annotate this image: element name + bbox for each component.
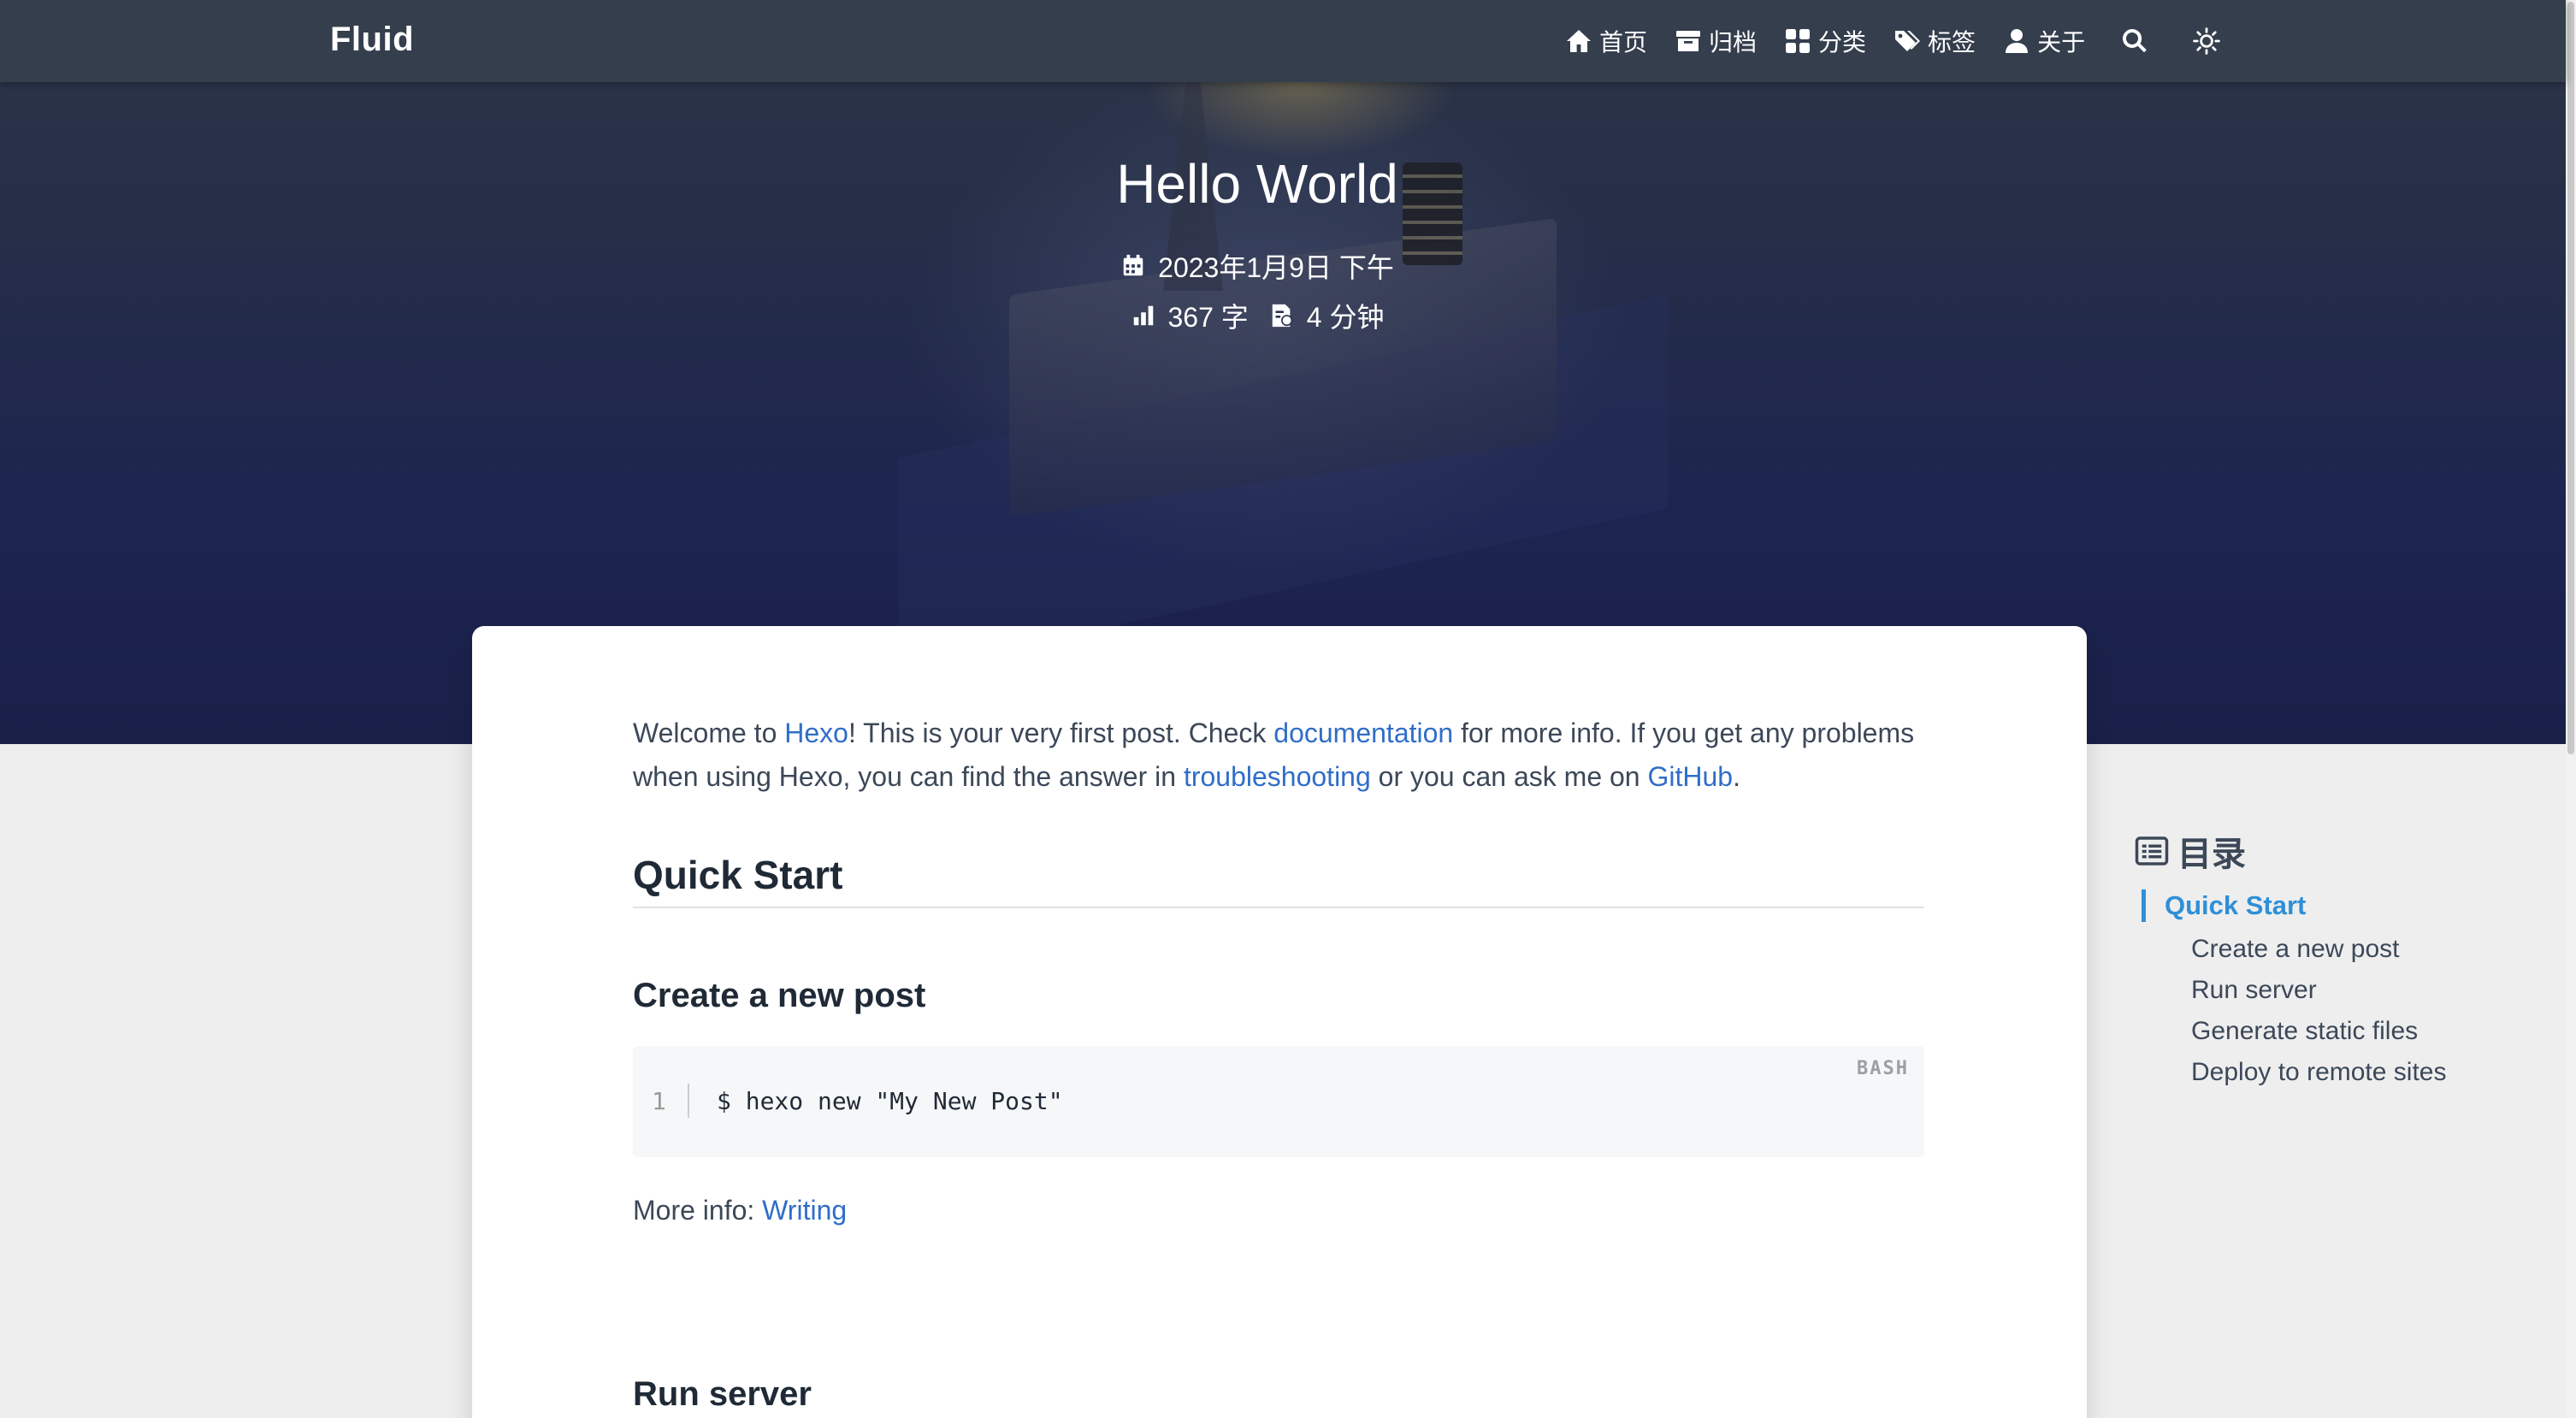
scrollbar-thumb[interactable]	[2567, 2, 2574, 754]
post-read-time: 4 分钟	[1269, 296, 1385, 335]
nav-item-label: 关于	[2037, 29, 2086, 56]
nav-item-home[interactable]: 首页	[1565, 24, 1647, 58]
list-icon	[2135, 836, 2169, 866]
code-block: BASH 1 $ hexo new "My New Post"	[633, 1046, 1924, 1157]
intro-paragraph: Welcome to Hexo! This is your very first…	[633, 712, 1924, 799]
calendar-icon	[1123, 254, 1143, 276]
code-line-number: 1	[652, 1087, 666, 1115]
search-icon	[2123, 28, 2147, 53]
toc-item-create-post[interactable]: Create a new post	[2191, 929, 2511, 970]
writing-link[interactable]: Writing	[762, 1195, 847, 1226]
category-icon	[1786, 29, 1811, 53]
scrollbar[interactable]	[2566, 0, 2576, 1418]
nav-item-tags[interactable]: 标签	[1894, 24, 1976, 58]
nav-item-label: 分类	[1818, 29, 1867, 56]
word-count-text: 367 字	[1167, 302, 1249, 333]
documentation-link[interactable]: documentation	[1273, 718, 1453, 748]
more-info-line: More info: Writing	[633, 1195, 1924, 1226]
tags-icon	[1895, 31, 1921, 51]
read-time-text: 4 分钟	[1306, 302, 1385, 333]
page: Hello World 2023年1月9日 下午 367 字 4 分钟 Flui…	[0, 0, 2576, 1418]
toc-title: 目录	[2177, 836, 2246, 873]
intro-text: Welcome to	[633, 718, 785, 748]
heading-create-post: Create a new post	[633, 977, 926, 1014]
post-content: Welcome to Hexo! This is your very first…	[633, 712, 1924, 1226]
heading-run-server: Run server	[633, 1375, 812, 1413]
toc-item-generate-static[interactable]: Generate static files	[2191, 1011, 2511, 1052]
post-word-count: 367 字	[1131, 296, 1249, 335]
toc-item-deploy[interactable]: Deploy to remote sites	[2191, 1052, 2511, 1093]
github-link[interactable]: GitHub	[1647, 761, 1733, 792]
intro-text: ! This is your very first post. Check	[848, 718, 1274, 748]
user-icon	[2006, 29, 2029, 53]
archive-icon	[1676, 31, 1701, 51]
brand-logo[interactable]: Fluid	[330, 21, 414, 59]
nav-item-about[interactable]: 关于	[2003, 24, 2085, 58]
more-info-label: More info:	[633, 1195, 763, 1226]
file-clock-icon	[1272, 304, 1292, 328]
nav-item-category[interactable]: 分类	[1784, 24, 1866, 58]
post-stats-row: 367 字 4 分钟	[0, 296, 2514, 335]
nav-item-label: 归档	[1709, 29, 1758, 56]
chart-bar-icon	[1133, 305, 1153, 326]
intro-text: .	[1733, 761, 1740, 792]
hexo-link[interactable]: Hexo	[784, 718, 848, 748]
troubleshooting-link[interactable]: troubleshooting	[1184, 761, 1371, 792]
toc-item-quick-start[interactable]: Quick Start	[2142, 889, 2511, 922]
sun-icon	[2193, 27, 2220, 55]
post-date: 2023年1月9日 下午	[1120, 246, 1394, 286]
search-button[interactable]	[2121, 27, 2148, 55]
nav-menu: 首页 归档 分类 标签 关于	[1565, 0, 2256, 82]
heading-quick-start: Quick Start	[633, 852, 1924, 908]
post-title: Hello World	[1116, 153, 1398, 215]
toc-item-run-server[interactable]: Run server	[2191, 970, 2511, 1011]
nav-item-label: 标签	[1928, 29, 1976, 56]
toc-header: 目录	[2135, 826, 2511, 876]
post-card: Welcome to Hexo! This is your very first…	[472, 626, 2087, 1418]
table-of-contents: 目录 Quick Start Create a new post Run ser…	[2135, 826, 2511, 1093]
post-date-row: 2023年1月9日 下午	[0, 246, 2514, 286]
home-icon	[1567, 30, 1591, 52]
intro-text: or you can ask me on	[1370, 761, 1648, 792]
post-date-text: 2023年1月9日 下午	[1158, 252, 1394, 283]
nav-item-label: 首页	[1599, 29, 1648, 56]
code-gutter-divider	[688, 1084, 689, 1118]
theme-toggle-button[interactable]	[2193, 27, 2220, 55]
code-line[interactable]: $ hexo new "My New Post"	[717, 1087, 1063, 1115]
toc-list: Create a new post Run server Generate st…	[2135, 929, 2511, 1093]
nav-item-archive[interactable]: 归档	[1675, 24, 1757, 58]
code-language-label: BASH	[1857, 1058, 1909, 1079]
navbar: Fluid 首页 归档 分类 标签 关于	[0, 0, 2566, 82]
